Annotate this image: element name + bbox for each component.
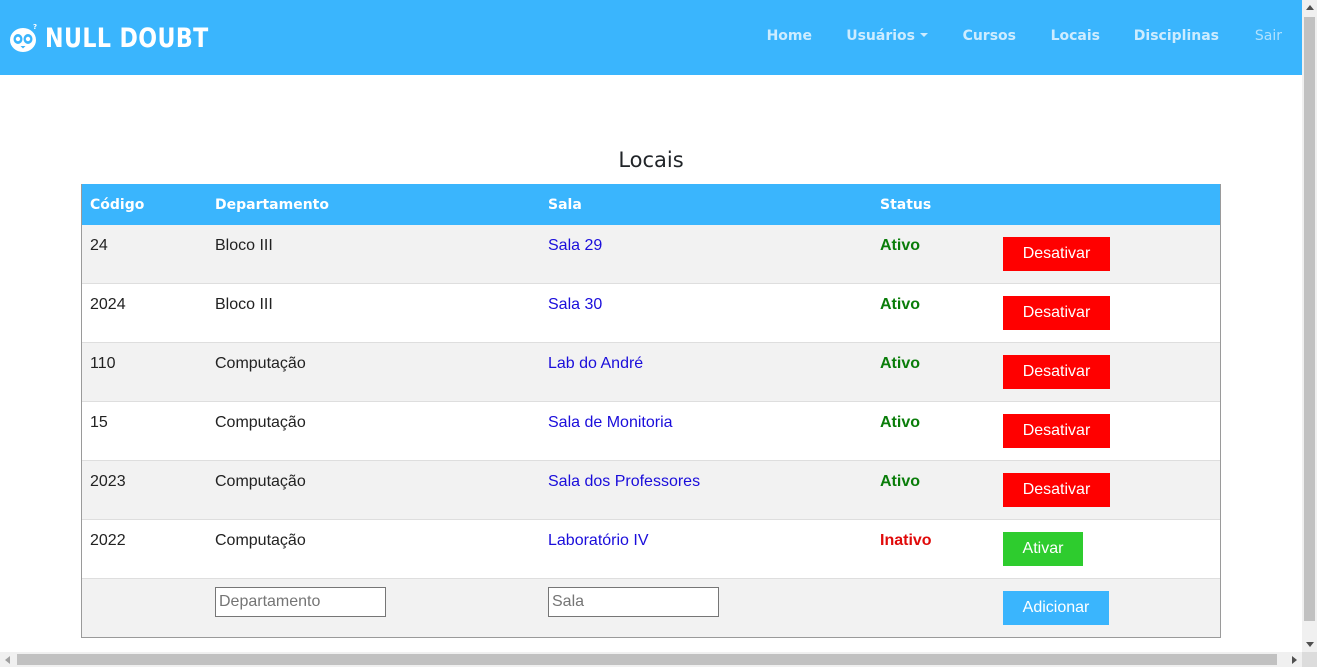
nav-usuarios-label: Usuários: [846, 28, 915, 44]
cell-departamento: Computação: [215, 355, 306, 372]
scroll-down-icon[interactable]: [1306, 642, 1314, 647]
cell-codigo: 15: [90, 414, 108, 431]
scrollbar-corner: [1302, 652, 1317, 667]
navbar: ? NULL DOUBT Home Usuários Cursos Locais…: [0, 0, 1302, 75]
vertical-scroll-thumb[interactable]: [1304, 17, 1315, 621]
brand-name: NULL DOUBT: [45, 22, 209, 54]
nav-locais[interactable]: Locais: [1051, 28, 1100, 44]
scroll-up-icon[interactable]: [1306, 5, 1314, 10]
deactivate-button[interactable]: Desativar: [1003, 237, 1110, 271]
nav-disciplinas[interactable]: Disciplinas: [1134, 28, 1219, 44]
add-row: Adicionar: [82, 579, 1220, 638]
cell-sala-link[interactable]: Sala dos Professores: [548, 473, 700, 491]
horizontal-scrollbar[interactable]: [0, 652, 1302, 667]
cell-codigo: 110: [90, 355, 116, 372]
cell-departamento: Computação: [215, 473, 306, 490]
cell-sala-link[interactable]: Sala 30: [548, 296, 602, 314]
vertical-scrollbar[interactable]: [1302, 0, 1317, 652]
header-status: Status: [880, 197, 932, 213]
activate-button[interactable]: Ativar: [1003, 532, 1083, 566]
cell-sala-link[interactable]: Sala de Monitoria: [548, 414, 673, 432]
table-row: 24 Bloco III Sala 29 Ativo Desativar: [82, 225, 1220, 284]
deactivate-button[interactable]: Desativar: [1003, 414, 1110, 448]
penguin-icon: ?: [9, 23, 39, 53]
header-sala: Sala: [548, 197, 582, 213]
status-badge: Ativo: [880, 414, 920, 431]
status-badge: Ativo: [880, 473, 920, 490]
header-departamento: Departamento: [215, 197, 329, 213]
status-badge: Ativo: [880, 296, 920, 313]
scroll-right-icon[interactable]: [1292, 656, 1297, 664]
locais-table: Código Departamento Sala Status 24 Bloco…: [81, 184, 1221, 638]
brand[interactable]: ? NULL DOUBT: [9, 20, 245, 56]
status-badge: Inativo: [880, 532, 932, 549]
nav-sair[interactable]: Sair: [1255, 28, 1282, 44]
nav-home[interactable]: Home: [767, 28, 812, 44]
sala-input[interactable]: [548, 587, 719, 617]
cell-sala-link[interactable]: Lab do André: [548, 355, 643, 373]
deactivate-button[interactable]: Desativar: [1003, 355, 1110, 389]
cell-departamento: Computação: [215, 414, 306, 431]
svg-text:?: ?: [33, 23, 37, 31]
cell-departamento: Bloco III: [215, 237, 273, 254]
caret-down-icon: [920, 33, 928, 37]
deactivate-button[interactable]: Desativar: [1003, 296, 1110, 330]
cell-codigo: 2023: [90, 473, 126, 490]
table-row: 2024 Bloco III Sala 30 Ativo Desativar: [82, 284, 1220, 343]
nav-usuarios-dropdown[interactable]: Usuários: [846, 28, 928, 44]
cell-codigo: 2024: [90, 296, 126, 313]
cell-departamento: Computação: [215, 532, 306, 549]
nav-cursos[interactable]: Cursos: [963, 28, 1016, 44]
add-button[interactable]: Adicionar: [1003, 591, 1109, 625]
cell-codigo: 24: [90, 237, 108, 254]
deactivate-button[interactable]: Desativar: [1003, 473, 1110, 507]
table-row: 110 Computação Lab do André Ativo Desati…: [82, 343, 1220, 402]
status-badge: Ativo: [880, 237, 920, 254]
table-row: 15 Computação Sala de Monitoria Ativo De…: [82, 402, 1220, 461]
table-row: 2023 Computação Sala dos Professores Ati…: [82, 461, 1220, 520]
header-codigo: Código: [90, 197, 145, 213]
status-badge: Ativo: [880, 355, 920, 372]
cell-sala-link[interactable]: Sala 29: [548, 237, 602, 255]
departamento-input[interactable]: [215, 587, 386, 617]
cell-codigo: 2022: [90, 532, 126, 549]
cell-sala-link[interactable]: Laboratório IV: [548, 532, 649, 550]
page-title: Locais: [618, 148, 684, 172]
scroll-left-icon[interactable]: [5, 656, 10, 664]
horizontal-scroll-thumb[interactable]: [17, 654, 1277, 665]
table-row: 2022 Computação Laboratório IV Inativo A…: [82, 520, 1220, 579]
cell-departamento: Bloco III: [215, 296, 273, 313]
table-header: Código Departamento Sala Status: [82, 184, 1220, 225]
